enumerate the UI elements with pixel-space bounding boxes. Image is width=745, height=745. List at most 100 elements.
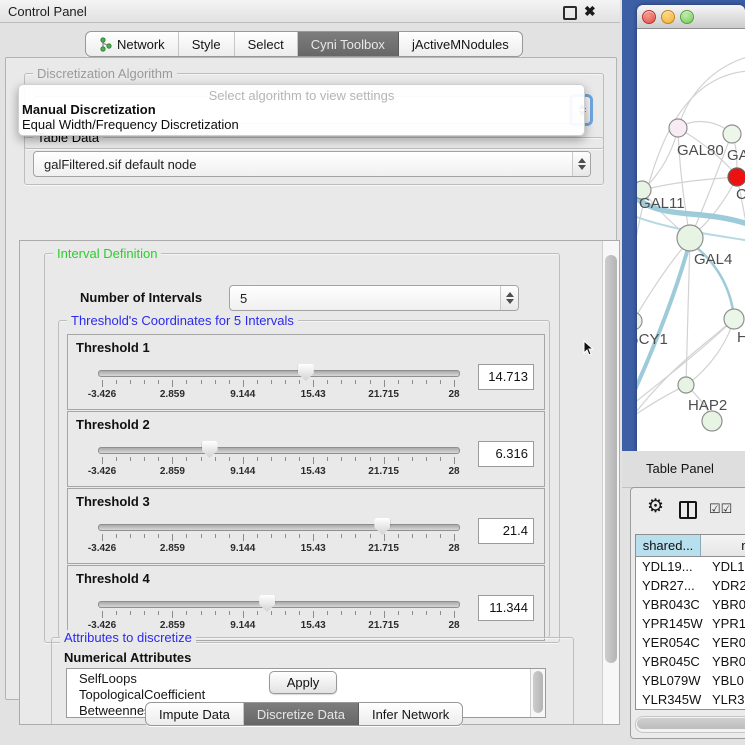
node-label: GCY1 — [637, 331, 668, 348]
cyni-toolbox-panel: Discretization Algorithm Select algorith… — [5, 57, 617, 700]
node-label: GA — [727, 147, 745, 164]
threshold-slider-thumb[interactable] — [298, 364, 314, 381]
threshold-label: Threshold 2 — [76, 417, 150, 432]
table-data-combobox-value: galFiltered.sif default node — [34, 157, 572, 172]
table-row[interactable]: YDL19...YDL1 — [636, 557, 745, 576]
table-body: YDL19...YDL1YDR27...YDR2YBR043CYBR0YPR14… — [636, 557, 745, 710]
network-node[interactable] — [637, 312, 642, 330]
list-scrollbar[interactable] — [530, 669, 545, 717]
list-scrollbar-thumb[interactable] — [533, 671, 543, 713]
threshold-slider-thumb[interactable] — [374, 518, 390, 535]
table-data-combobox[interactable]: galFiltered.sif default node — [33, 151, 591, 177]
table-horizontal-scrollbar[interactable] — [635, 716, 745, 733]
tab-label: Infer Network — [372, 707, 449, 722]
number-of-intervals-combobox[interactable]: 5 — [229, 285, 519, 311]
threshold-value-field[interactable]: 11.344 — [478, 595, 534, 621]
network-node[interactable] — [678, 377, 694, 393]
table-row[interactable]: YBR045CYBR0 — [636, 652, 745, 671]
dropdown-item-manual-discretization[interactable]: Manual Discretization — [22, 102, 156, 117]
settings-scrollbar[interactable] — [602, 241, 619, 724]
network-icon — [99, 37, 112, 52]
threshold-label: Threshold 3 — [76, 494, 150, 509]
combobox-stepper[interactable] — [500, 286, 518, 310]
numerical-attributes-label: Numerical Attributes — [64, 650, 191, 665]
network-node[interactable] — [669, 119, 687, 137]
network-node[interactable] — [723, 125, 741, 143]
number-of-intervals-label: Number of Intervals — [80, 290, 202, 305]
table-row[interactable]: YLR345WYLR3 — [636, 690, 745, 709]
threshold-panel: Threshold 1-3.4262.8599.14415.4321.71528… — [67, 334, 545, 410]
node-label: HAP2 — [688, 397, 727, 414]
table-panel-titlebar: Table Panel — [622, 451, 745, 488]
tab-select[interactable]: Select — [235, 32, 298, 56]
close-traffic-light[interactable] — [642, 10, 656, 24]
network-node[interactable] — [724, 309, 744, 329]
tab-label: jActiveMNodules — [412, 37, 509, 52]
tab-discretize-data[interactable]: Discretize Data — [244, 703, 359, 725]
threshold-slider-track[interactable] — [98, 370, 460, 377]
node-attribute-table: shared... na YDL19...YDL1YDR27...YDR2YBR… — [635, 534, 745, 710]
network-nodes[interactable] — [637, 119, 745, 431]
slider-ticks — [102, 380, 454, 388]
network-node[interactable] — [702, 411, 722, 431]
tab-impute-data[interactable]: Impute Data — [146, 703, 244, 725]
tab-infer-network[interactable]: Infer Network — [359, 703, 462, 725]
node-label: GAL4 — [694, 251, 732, 268]
apply-button[interactable]: Apply — [269, 671, 337, 694]
network-view-window: GAL80GACGAL11GAL4HGCY1HAP2 — [637, 5, 745, 451]
zoom-traffic-light[interactable] — [680, 10, 694, 24]
network-node[interactable] — [677, 225, 703, 251]
table-panel-title: Table Panel — [646, 461, 714, 476]
table-row[interactable]: YER054CYER0 — [636, 633, 745, 652]
threshold-value-field[interactable]: 21.4 — [478, 518, 534, 544]
arrow-up-icon — [578, 158, 586, 163]
control-panel-titlebar: Control Panel ✖ — [0, 0, 620, 23]
float-window-icon[interactable] — [563, 6, 577, 20]
group-title: Attributes to discretize — [60, 630, 196, 645]
select-checkboxes-icon[interactable]: ☑☑ — [709, 501, 732, 517]
dropdown-prompt-item[interactable]: Select algorithm to view settings — [19, 88, 584, 103]
table-row[interactable]: YBR043CYBR0 — [636, 595, 745, 614]
minimize-traffic-light[interactable] — [661, 10, 675, 24]
tab-network[interactable]: Network — [86, 32, 179, 56]
table-horizontal-scrollbar-thumb[interactable] — [637, 718, 745, 729]
columns-icon[interactable] — [679, 501, 697, 519]
threshold-value-field[interactable]: 6.316 — [478, 441, 534, 467]
table-row[interactable]: YBL079WYBL0 — [636, 671, 745, 690]
panel-title: Control Panel — [8, 4, 87, 19]
slider-tick-labels: -3.4262.8599.14415.4321.71528 — [102, 543, 454, 555]
node-label: C — [736, 186, 745, 203]
threshold-coordinates-group: Threshold's Coordinates for 5 Intervals … — [58, 320, 550, 638]
group-title: Discretization Algorithm — [33, 66, 177, 81]
close-icon[interactable]: ✖ — [584, 3, 596, 20]
column-header-shared-name[interactable]: shared... — [636, 535, 701, 556]
node-label: GAL11 — [639, 195, 685, 212]
number-of-intervals-value: 5 — [230, 291, 500, 306]
tab-cyni-toolbox[interactable]: Cyni Toolbox — [298, 32, 399, 56]
network-window-titlebar[interactable] — [637, 5, 745, 29]
table-header-row: shared... na — [636, 535, 745, 557]
threshold-slider-track[interactable] — [98, 524, 460, 531]
table-row[interactable]: YDR27...YDR2 — [636, 576, 745, 595]
table-row[interactable]: YIL052CYIL0 — [636, 709, 745, 710]
combobox-stepper[interactable] — [572, 152, 590, 176]
threshold-slider-thumb[interactable] — [259, 595, 275, 612]
dropdown-item-equal-width-frequency[interactable]: Equal Width/Frequency Discretization — [22, 117, 239, 132]
threshold-slider-thumb[interactable] — [202, 441, 218, 458]
network-canvas[interactable]: GAL80GACGAL11GAL4HGCY1HAP2 — [637, 29, 745, 451]
gear-icon[interactable]: ⚙ — [647, 497, 664, 517]
table-row[interactable]: YPR145WYPR1 — [636, 614, 745, 633]
tab-style[interactable]: Style — [179, 32, 235, 56]
settings-scrollbar-thumb[interactable] — [605, 255, 617, 663]
tab-jactivemnodules[interactable]: jActiveMNodules — [399, 32, 522, 56]
table-panel: ⚙ ☑☑ shared... na YDL19...YDL1YDR27...YD… — [630, 487, 745, 739]
column-header-name[interactable]: na — [701, 535, 745, 556]
tab-label: Style — [192, 37, 221, 52]
threshold-slider-track[interactable] — [98, 447, 460, 454]
network-graph[interactable]: GAL80GACGAL11GAL4HGCY1HAP2 — [637, 29, 745, 451]
threshold-slider-track[interactable] — [98, 601, 460, 608]
tab-label: Discretize Data — [257, 707, 345, 722]
arrow-down-icon — [578, 165, 586, 170]
network-node[interactable] — [728, 168, 745, 186]
threshold-value-field[interactable]: 14.713 — [478, 364, 534, 390]
